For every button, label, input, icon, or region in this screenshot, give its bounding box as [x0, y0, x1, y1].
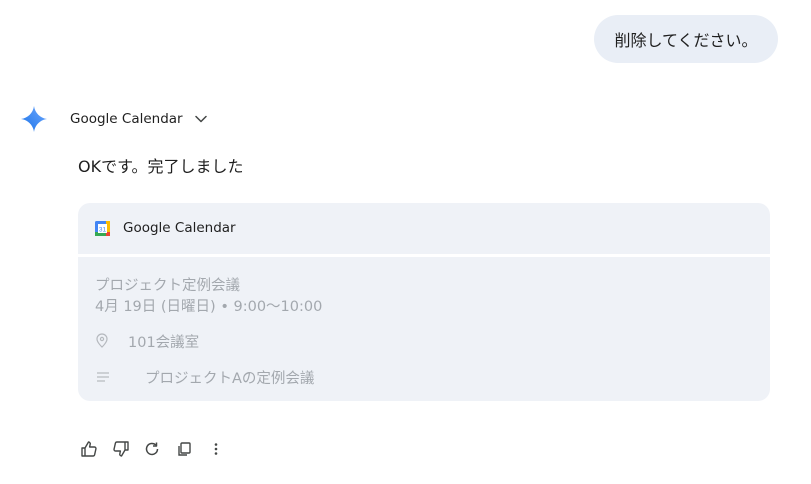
event-details: プロジェクト定例会議 4月 19日 (日曜日) • 9:00～10:00 101…: [78, 257, 770, 401]
event-notes: プロジェクトAの定例会議: [145, 371, 315, 387]
source-selector[interactable]: Google Calendar: [70, 108, 207, 130]
regenerate-button[interactable]: [141, 438, 163, 460]
thumbs-down-icon: [113, 441, 129, 457]
chevron-down-icon: [194, 115, 207, 123]
calendar-event-card: 31 Google Calendar プロジェクト定例会議 4月 19日 (日曜…: [78, 203, 770, 401]
more-options-button[interactable]: [205, 438, 227, 460]
copy-button[interactable]: [173, 438, 195, 460]
regenerate-icon: [145, 442, 159, 456]
gemini-sparkle-icon: [21, 106, 47, 132]
event-location: 101会議室: [128, 335, 200, 351]
user-message-text: 削除してください。: [614, 31, 758, 50]
thumbs-down-button[interactable]: [110, 438, 132, 460]
notes-icon: [97, 372, 109, 382]
source-label: Google Calendar: [70, 111, 183, 127]
response-text: OKです。完了しました: [78, 157, 244, 176]
user-message-bubble: 削除してください。: [594, 15, 778, 63]
card-header-label: Google Calendar: [123, 220, 236, 236]
event-title: プロジェクト定例会議: [95, 278, 240, 294]
copy-icon: [178, 442, 191, 456]
svg-text:31: 31: [99, 226, 107, 233]
card-header[interactable]: 31 Google Calendar: [78, 203, 770, 254]
thumbs-up-icon: [81, 441, 97, 457]
location-pin-icon: [96, 333, 108, 348]
more-vert-icon: [214, 443, 218, 455]
google-calendar-icon: 31: [95, 221, 110, 236]
event-datetime: 4月 19日 (日曜日) • 9:00～10:00: [95, 299, 323, 315]
thumbs-up-button[interactable]: [78, 438, 100, 460]
